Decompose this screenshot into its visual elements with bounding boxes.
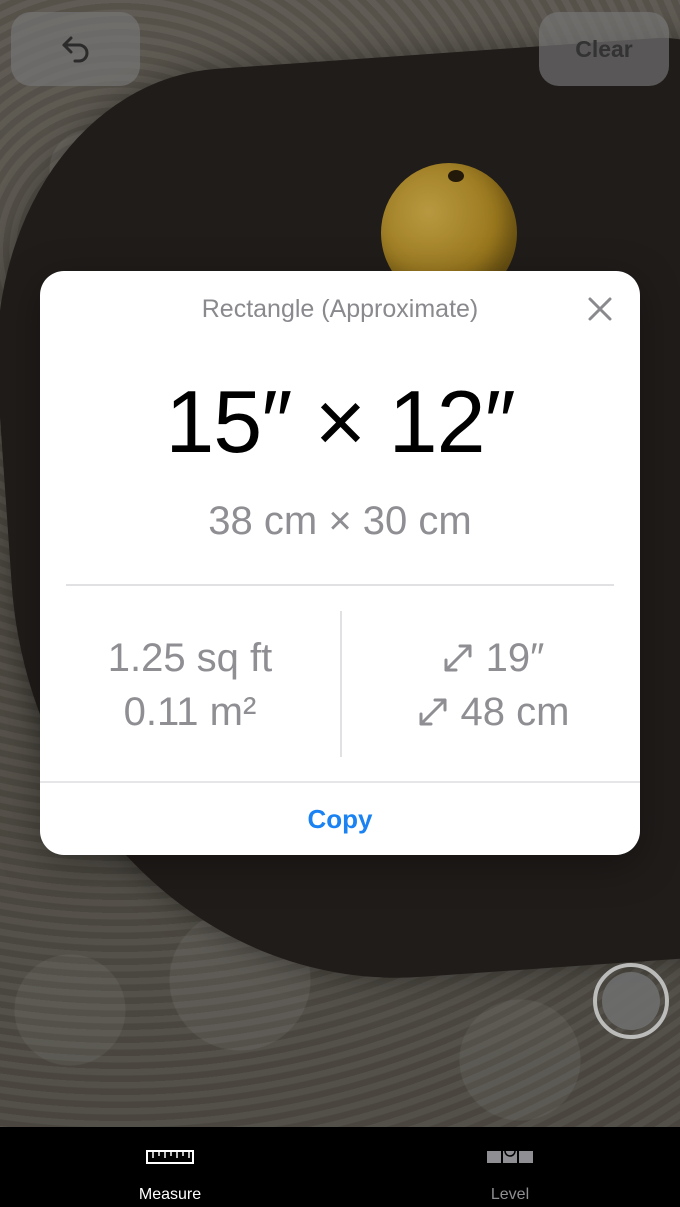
undo-arrow-icon (62, 36, 88, 63)
diagonal-metric: 48 cm (460, 690, 570, 734)
area-imperial: 1.25 sq ft (107, 636, 273, 680)
diagonal-imperial-row: 19″ (342, 631, 640, 685)
ruler-icon (146, 1150, 194, 1164)
close-button[interactable] (580, 289, 620, 329)
metric-measurement: 38 cm × 30 cm (208, 499, 472, 543)
undo-button[interactable] (11, 12, 140, 86)
tab-measure[interactable]: Measure (70, 1127, 270, 1207)
divider (66, 584, 614, 586)
measurement-card: Rectangle (Approximate) 15″ × 12″ 38 cm … (40, 271, 640, 855)
primary-measurement: 15″ × 12″ (165, 372, 515, 471)
shutter-button[interactable] (593, 963, 669, 1039)
card-title: Rectangle (Approximate) (201, 295, 479, 323)
level-icon (487, 1150, 533, 1163)
tab-level[interactable]: Level (410, 1127, 610, 1207)
tab-measure-label: Measure (138, 1186, 202, 1203)
diagonal-section: 19″ 48 cm (342, 631, 640, 739)
diagonal-metric-row: 48 cm (342, 685, 640, 739)
area-metric: 0.11 m² (123, 690, 257, 734)
diagonal-expand-icon (419, 698, 447, 726)
copy-button[interactable]: Copy (40, 783, 640, 855)
diagonal-imperial: 19″ (485, 636, 545, 680)
close-x-icon (588, 297, 612, 321)
shutter-inner (602, 972, 660, 1030)
area-section: 1.25 sq ft 0.11 m² (40, 631, 340, 739)
clear-button[interactable]: Clear (539, 12, 669, 86)
diagonal-expand-icon (444, 644, 472, 672)
tab-level-label: Level (490, 1186, 530, 1203)
tab-bar: Measure Level (0, 1127, 680, 1207)
